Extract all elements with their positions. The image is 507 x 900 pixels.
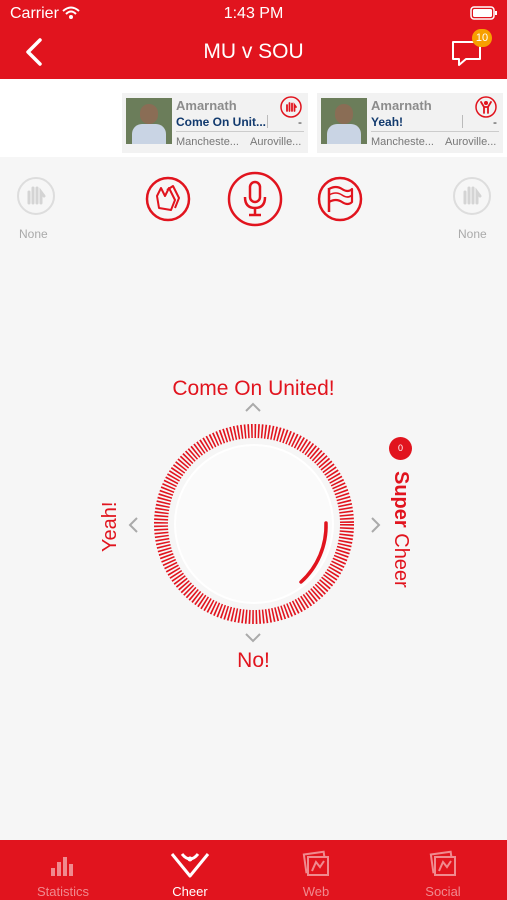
chevron-left-icon[interactable] xyxy=(127,516,139,534)
feed-user-name: Amarnath xyxy=(176,98,237,113)
top-bar: Carrier 1:43 PM MU v SOU 10 xyxy=(0,0,507,79)
flag-icon[interactable] xyxy=(311,170,369,228)
feed-team-away: Auroville... xyxy=(445,136,497,148)
raised-hand-icon[interactable] xyxy=(16,176,56,216)
tab-cheer[interactable]: Cheer xyxy=(127,840,253,900)
microphone-icon[interactable] xyxy=(226,170,284,228)
cheer-left-label[interactable]: Yeah! xyxy=(99,502,122,552)
left-option-label: None xyxy=(19,227,48,241)
feed-team-home: Mancheste... xyxy=(371,136,434,148)
cheer-icon xyxy=(170,853,210,878)
tab-label: Statistics xyxy=(36,884,89,899)
super-cheer-rest: Cheer xyxy=(390,527,412,588)
cheer-feed: Amarnath Come On Unit... - Mancheste... … xyxy=(0,79,507,157)
chevron-down-icon[interactable] xyxy=(244,632,262,644)
tab-label: Web xyxy=(302,884,330,899)
super-cheer-bold: Super xyxy=(390,471,412,528)
feed-team-home: Mancheste... xyxy=(176,136,239,148)
chevron-up-icon[interactable] xyxy=(244,401,262,413)
cheer-up-label[interactable]: Come On United! xyxy=(0,377,507,401)
right-option-label: None xyxy=(458,227,487,241)
clock-label: 1:43 PM xyxy=(223,5,284,22)
tab-statistics[interactable]: Statistics xyxy=(0,840,126,900)
chevron-right-icon[interactable] xyxy=(370,516,382,534)
chat-count-badge: 10 xyxy=(472,29,492,47)
cheering-person-icon xyxy=(475,96,497,118)
cheer-down-label[interactable]: No! xyxy=(0,649,507,673)
feed-cheer-text: Come On Unit... xyxy=(176,115,266,129)
feed-cheer-text: Yeah! xyxy=(371,115,404,129)
super-cheer-count-badge: 0 xyxy=(389,437,412,460)
web-icon xyxy=(302,850,329,876)
clap-icon[interactable] xyxy=(139,170,197,228)
feed-card[interactable]: Amarnath Yeah! - Mancheste... Auroville.… xyxy=(317,93,503,153)
feed-user-name: Amarnath xyxy=(371,98,432,113)
page-title: MU v SOU xyxy=(203,40,304,63)
feed-team-away: Auroville... xyxy=(250,136,302,148)
raised-hand-icon[interactable] xyxy=(452,176,492,216)
battery-icon xyxy=(470,6,497,20)
avatar xyxy=(126,98,172,144)
tab-bar: Statistics Cheer Web Social xyxy=(0,840,507,900)
tab-label: Social xyxy=(425,884,461,899)
tab-web[interactable]: Web xyxy=(253,840,379,900)
bar-chart-icon xyxy=(51,857,73,876)
cheer-dial[interactable] xyxy=(152,422,356,626)
social-icon xyxy=(429,850,456,876)
tab-social[interactable]: Social xyxy=(380,840,506,900)
raised-hand-icon xyxy=(280,96,302,118)
avatar xyxy=(321,98,367,144)
feed-card[interactable]: Amarnath Come On Unit... - Mancheste... … xyxy=(122,93,308,153)
tab-label: Cheer xyxy=(172,884,208,899)
